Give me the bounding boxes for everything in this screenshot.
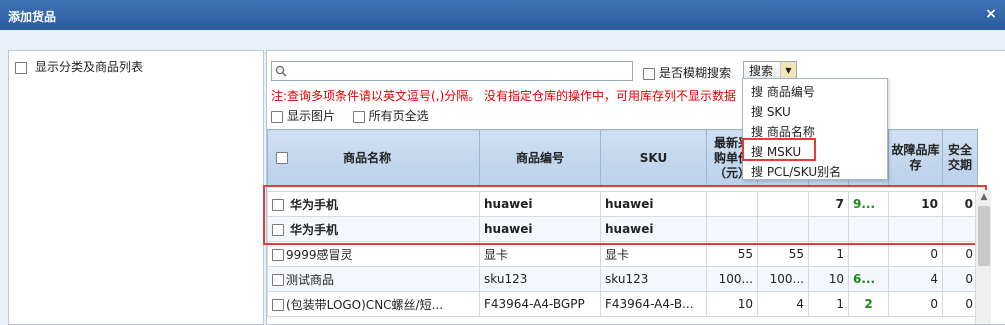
cell-code: sku123 xyxy=(479,266,601,292)
table-row[interactable]: 华为手机 huawei huawei 7 9... 10 0 xyxy=(267,191,978,217)
col-header-sku[interactable]: SKU xyxy=(600,129,707,187)
cell-sku: huawei xyxy=(600,191,707,217)
table-row[interactable]: 测试商品 sku123 sku123 100... 100... 10 6...… xyxy=(267,266,978,292)
cell-c7 xyxy=(848,216,889,242)
cell-name[interactable]: 华为手机 xyxy=(267,191,480,217)
cell-code: huawei xyxy=(479,216,601,242)
cell-c5: 100... xyxy=(757,266,809,292)
display-options: 显示图片 所有页全选 xyxy=(271,107,429,124)
cell-c7: 6... xyxy=(848,266,889,292)
row-checkbox[interactable] xyxy=(272,299,284,311)
cell-code: F43964-A4-BGPP xyxy=(479,291,601,317)
cell-fault: 0 xyxy=(888,241,943,267)
col-name-label: 商品名称 xyxy=(343,150,392,165)
search-type-menu: 搜 商品编号 搜 SKU 搜 商品名称 搜 MSKU 搜 PCL/SKU别名 xyxy=(742,78,888,180)
cell-sku: F43964-A4-B... xyxy=(600,291,707,317)
table-row[interactable]: 9999感冒灵 显卡 显卡 55 55 1 0 0 xyxy=(267,241,978,267)
scroll-up-icon[interactable]: ▲ xyxy=(978,192,990,202)
cell-name[interactable]: (包装带LOGO)CNC螺丝/短... xyxy=(267,291,480,317)
table-row[interactable]: (包装带LOGO)CNC螺丝/短... F43964-A4-BGPP F4396… xyxy=(267,291,978,317)
cell-name[interactable]: 华为手机 xyxy=(267,216,480,242)
cell-safe xyxy=(942,216,978,242)
dialog-title: 添加货品 xyxy=(8,10,57,24)
cell-code: 显卡 xyxy=(479,241,601,267)
col-header-name[interactable]: 商品名称 xyxy=(267,129,480,187)
cell-safe: 0 xyxy=(942,266,978,292)
cell-c5: 4 xyxy=(757,291,809,317)
show-image-label: 显示图片 xyxy=(287,109,336,123)
cell-sku: huawei xyxy=(600,216,707,242)
close-icon[interactable]: × xyxy=(983,6,999,22)
fuzzy-search-label: 是否模糊搜索 xyxy=(659,66,732,80)
cell-safe: 0 xyxy=(942,241,978,267)
menu-item-product-code[interactable]: 搜 商品编号 xyxy=(751,83,815,100)
cell-c5: 55 xyxy=(757,241,809,267)
cell-price: 100... xyxy=(706,266,758,292)
select-all-checkbox[interactable] xyxy=(276,152,288,164)
cell-c5 xyxy=(757,191,809,217)
scroll-thumb[interactable] xyxy=(978,206,990,266)
menu-item-msku[interactable]: 搜 MSKU xyxy=(751,143,801,160)
table-scrollbar[interactable]: ▲ xyxy=(975,190,991,324)
cell-c7 xyxy=(848,241,889,267)
cell-fault: 4 xyxy=(888,266,943,292)
cell-safe: 0 xyxy=(942,191,978,217)
row-checkbox[interactable] xyxy=(272,249,284,261)
menu-item-pcl-sku-alias[interactable]: 搜 PCL/SKU别名 xyxy=(751,163,841,180)
row-checkbox[interactable] xyxy=(272,224,284,236)
col-header-fault-stock[interactable]: 故障品库存 xyxy=(888,129,943,187)
cell-safe: 0 xyxy=(942,291,978,317)
cell-fault: 0 xyxy=(888,291,943,317)
cell-c6: 10 xyxy=(808,266,849,292)
search-input[interactable] xyxy=(271,61,633,81)
cell-c7: 2 xyxy=(848,291,889,317)
cell-price xyxy=(706,216,758,242)
search-icon xyxy=(275,65,287,77)
show-category-checkbox[interactable] xyxy=(15,61,27,74)
cell-c6 xyxy=(808,216,849,242)
cell-c5 xyxy=(757,216,809,242)
table-row[interactable]: 华为手机 huawei huawei xyxy=(267,216,978,242)
product-panel: 是否模糊搜索 搜索 ▼ 注:查询多项条件请以英文逗号(,)分隔。 没有指定仓库的… xyxy=(266,50,1005,325)
cell-c6: 1 xyxy=(808,291,849,317)
show-category-label: 显示分类及商品列表 xyxy=(35,60,144,74)
fuzzy-search-toggle[interactable]: 是否模糊搜索 xyxy=(643,64,731,81)
cell-code: huawei xyxy=(479,191,601,217)
col-header-safe-lead[interactable]: 安全交期 xyxy=(942,129,978,187)
cell-sku: sku123 xyxy=(600,266,707,292)
cell-c6: 7 xyxy=(808,191,849,217)
dialog-title-bar: 添加货品 × xyxy=(0,0,1005,30)
cell-fault xyxy=(888,216,943,242)
row-checkbox[interactable] xyxy=(272,199,284,211)
col-header-code[interactable]: 商品编号 xyxy=(479,129,601,187)
select-all-pages-checkbox[interactable] xyxy=(352,110,365,123)
cell-c7: 9... xyxy=(848,191,889,217)
row-checkbox[interactable] xyxy=(272,274,284,286)
cell-price xyxy=(706,191,758,217)
search-type-label: 搜索 xyxy=(749,64,774,78)
query-hint-note: 注:查询多项条件请以英文逗号(,)分隔。 没有指定仓库的操作中，可用库存列不显示… xyxy=(271,89,737,103)
cell-sku: 显卡 xyxy=(600,241,707,267)
show-category-toggle[interactable]: 显示分类及商品列表 xyxy=(15,58,143,75)
cell-name[interactable]: 测试商品 xyxy=(267,266,480,292)
cell-price: 10 xyxy=(706,291,758,317)
category-panel: 显示分类及商品列表 xyxy=(8,50,264,325)
cell-c6: 1 xyxy=(808,241,849,267)
menu-item-product-name[interactable]: 搜 商品名称 xyxy=(751,123,815,140)
cell-price: 55 xyxy=(706,241,758,267)
show-image-checkbox[interactable] xyxy=(271,110,283,123)
fuzzy-search-checkbox[interactable] xyxy=(643,67,655,80)
select-all-pages-label: 所有页全选 xyxy=(368,109,429,123)
cell-name[interactable]: 9999感冒灵 xyxy=(267,241,480,267)
menu-item-sku[interactable]: 搜 SKU xyxy=(751,103,791,120)
cell-fault: 10 xyxy=(888,191,943,217)
